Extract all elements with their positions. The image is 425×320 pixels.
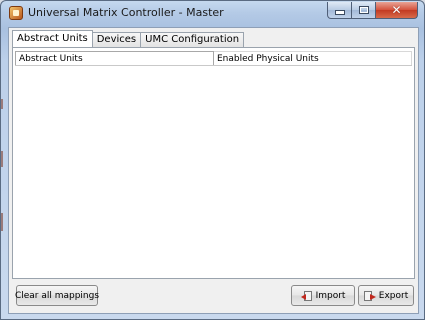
tab-bar: Abstract Units Devices UMC Configuration [12, 30, 245, 47]
import-icon [300, 290, 313, 301]
minimize-icon [334, 10, 345, 15]
export-button[interactable]: Export [358, 285, 414, 306]
tab-devices[interactable]: Devices [91, 32, 142, 47]
export-icon [363, 290, 376, 301]
window-title: Universal Matrix Controller - Master [28, 6, 224, 19]
table-header: Abstract Units Enabled Physical Units [15, 51, 412, 66]
import-label: Import [315, 290, 346, 301]
column-header-enabled-physical-units[interactable]: Enabled Physical Units [214, 51, 412, 65]
abstract-units-panel: Abstract Units Enabled Physical Units [12, 47, 415, 279]
minimize-button[interactable] [327, 2, 352, 19]
close-button[interactable]: ✕ [376, 2, 418, 19]
client-area: Abstract Units Devices UMC Configuration… [8, 27, 419, 314]
tab-umc-configuration[interactable]: UMC Configuration [140, 32, 245, 47]
frame-edge-mark [1, 213, 3, 231]
title-bar[interactable]: Universal Matrix Controller - Master ✕ [1, 1, 424, 25]
app-icon[interactable] [9, 6, 23, 20]
column-header-abstract-units[interactable]: Abstract Units [15, 51, 214, 65]
close-icon: ✕ [391, 3, 402, 17]
frame-edge-mark [1, 99, 3, 109]
export-label: Export [378, 290, 409, 301]
main-window: Universal Matrix Controller - Master ✕ A… [0, 0, 425, 320]
maximize-icon [358, 6, 369, 14]
import-button[interactable]: Import [291, 285, 355, 306]
window-controls: ✕ [327, 2, 418, 20]
maximize-button[interactable] [352, 2, 376, 19]
frame-edge-mark [1, 151, 3, 167]
clear-all-mappings-button[interactable]: Clear all mappings [14, 285, 100, 306]
tab-abstract-units[interactable]: Abstract Units [12, 30, 93, 47]
clear-all-mappings-label: Clear all mappings [14, 290, 100, 301]
bottom-toolbar: Clear all mappings Import Export [9, 278, 418, 313]
